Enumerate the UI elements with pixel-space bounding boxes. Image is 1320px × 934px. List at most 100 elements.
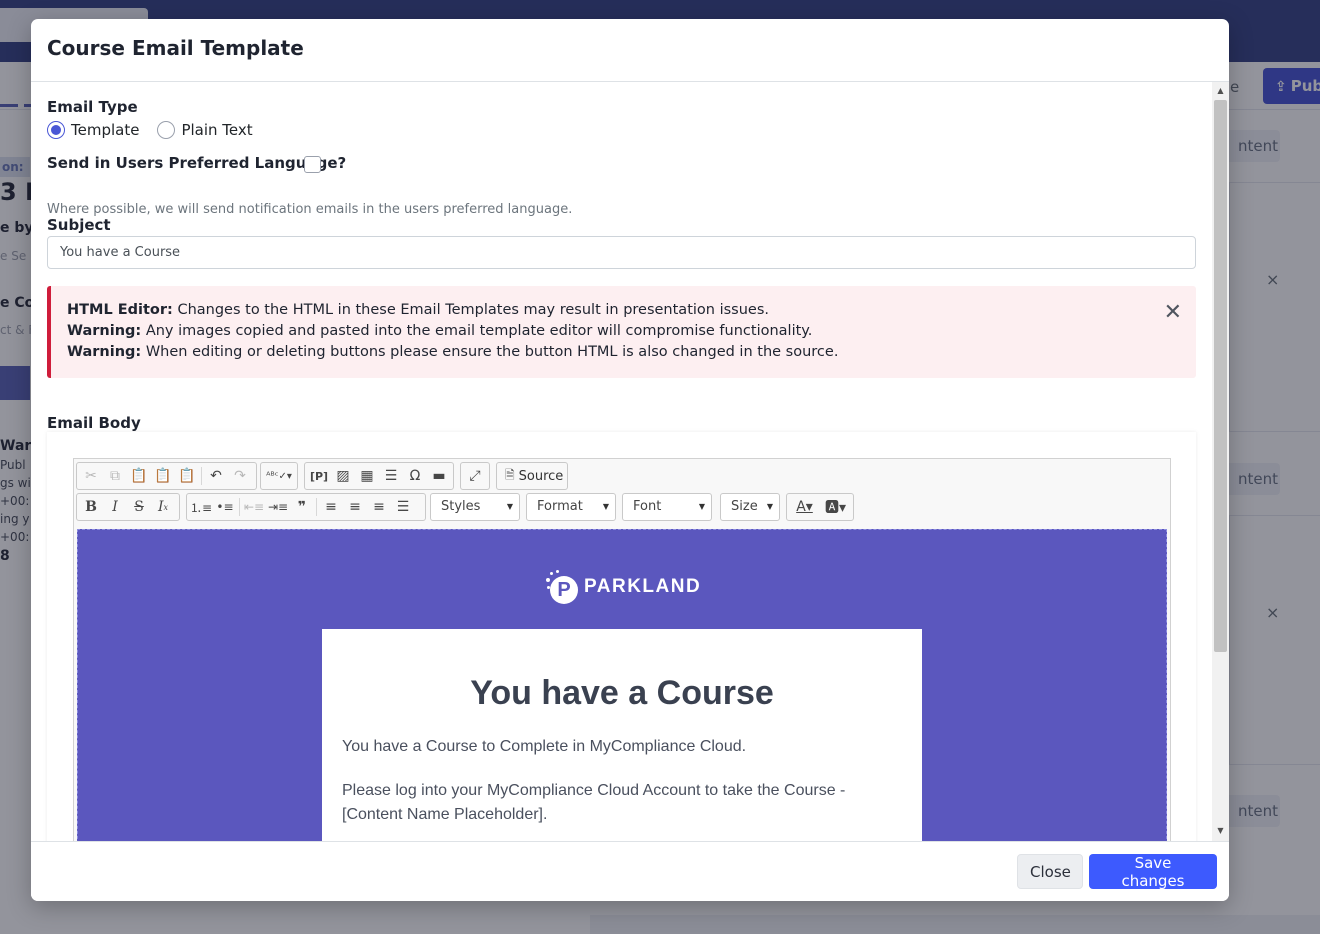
email-heading: You have a Course xyxy=(470,674,774,712)
subject-input[interactable] xyxy=(47,236,1196,269)
alert-close-icon[interactable]: ✕ xyxy=(1164,302,1182,324)
image-icon[interactable]: ▨ xyxy=(331,464,355,488)
special-character-icon[interactable]: Ω xyxy=(403,464,427,488)
background-color-icon[interactable]: 🅰▾ xyxy=(820,495,851,519)
brand-name: PARKLAND xyxy=(584,576,702,597)
spellcheck-group: ᴬᴮᶜ✓▾ xyxy=(260,462,298,490)
strikethrough-icon[interactable]: S xyxy=(127,495,151,519)
chevron-down-icon: ▼ xyxy=(698,502,705,511)
size-label: Size xyxy=(731,499,758,514)
parkland-logo-icon: P xyxy=(546,570,580,604)
cut-icon[interactable]: ✂ xyxy=(79,464,103,488)
clipboard-group: ✂ ⧉ 📋 📋 📋 ↶ ↷ xyxy=(76,462,257,490)
justify-icon[interactable]: ☰ xyxy=(391,495,415,519)
rich-text-editor: ✂ ⧉ 📋 📋 📋 ↶ ↷ ᴬᴮᶜ✓▾ [P] ▨ ▦ ☰ Ω ▬ ⤢ 🗎 So… xyxy=(73,458,1171,841)
chevron-down-icon: ▼ xyxy=(766,502,773,511)
logo-dot xyxy=(546,578,550,582)
alert-text: Any images copied and pasted into the em… xyxy=(141,323,813,339)
toolbar-separator xyxy=(239,498,240,516)
format-dropdown[interactable]: Format ▼ xyxy=(526,493,616,521)
logo-dot xyxy=(550,572,553,575)
align-right-icon[interactable]: ≡ xyxy=(367,495,391,519)
table-icon[interactable]: ▦ xyxy=(355,464,379,488)
chevron-down-icon: ▼ xyxy=(602,502,609,511)
alert-line: Warning: When editing or deleting button… xyxy=(67,342,1180,363)
toolbar-separator xyxy=(201,467,202,485)
modal-body: Email Type Template Plain Text Send in U… xyxy=(31,82,1229,841)
styles-label: Styles xyxy=(441,499,481,514)
preferred-language-label: Send in Users Preferred Language? xyxy=(47,154,347,172)
plain-text-radio-label[interactable]: Plain Text xyxy=(181,121,252,139)
subject-label: Subject xyxy=(47,216,111,234)
spellcheck-icon[interactable]: ᴬᴮᶜ✓▾ xyxy=(263,464,295,488)
insert-group: [P] ▨ ▦ ☰ Ω ▬ xyxy=(304,462,454,490)
email-type-radio-group: Template Plain Text xyxy=(47,119,271,141)
plain-text-radio[interactable] xyxy=(157,121,176,139)
bold-icon[interactable]: B xyxy=(79,495,103,519)
iframe-icon[interactable]: ▬ xyxy=(427,464,451,488)
bulleted-list-icon[interactable]: •≡ xyxy=(213,495,237,519)
alert-text: When editing or deleting buttons please … xyxy=(141,344,839,360)
alert-strong: Warning: xyxy=(67,344,142,360)
font-dropdown[interactable]: Font ▼ xyxy=(622,493,712,521)
email-type-label: Email Type xyxy=(47,98,138,116)
logo-p: P xyxy=(550,576,578,604)
placeholder-icon[interactable]: [P] xyxy=(307,464,331,488)
modal-footer: Close Save changes xyxy=(31,841,1229,901)
modal-title: Course Email Template xyxy=(47,36,304,60)
email-card: You have a Course You have a Course to C… xyxy=(322,629,922,841)
horizontal-rule-icon[interactable]: ☰ xyxy=(379,464,403,488)
modal-scrollbar[interactable]: ▲ ▼ xyxy=(1212,82,1229,841)
italic-icon[interactable]: I xyxy=(103,495,127,519)
indent-icon[interactable]: ⇥≡ xyxy=(266,495,290,519)
editor-toolbar-row-1: ✂ ⧉ 📋 📋 📋 ↶ ↷ ᴬᴮᶜ✓▾ [P] ▨ ▦ ☰ Ω ▬ ⤢ 🗎 So… xyxy=(74,459,1170,491)
colors-group: A▾ 🅰▾ xyxy=(786,493,854,521)
scroll-thumb[interactable] xyxy=(1214,100,1227,652)
align-left-icon[interactable]: ≡ xyxy=(319,495,343,519)
alert-line: HTML Editor: Changes to the HTML in thes… xyxy=(67,300,1180,321)
preferred-language-checkbox[interactable] xyxy=(304,156,321,173)
outdent-icon[interactable]: ⇤≡ xyxy=(242,495,266,519)
email-paragraph: You have a Course to Complete in MyCompl… xyxy=(342,738,747,755)
paste-word-icon[interactable]: 📋 xyxy=(175,464,199,488)
email-paragraph: Please log into your MyCompliance Cloud … xyxy=(342,782,846,823)
size-dropdown[interactable]: Size ▼ xyxy=(720,493,780,521)
numbered-list-icon[interactable]: ⒈≡ xyxy=(189,495,213,519)
scroll-up-icon[interactable]: ▲ xyxy=(1212,85,1229,97)
copy-icon[interactable]: ⧉ xyxy=(103,464,127,488)
preferred-language-help: Where possible, we will send notificatio… xyxy=(47,202,573,217)
alert-text: Changes to the HTML in these Email Templ… xyxy=(172,302,769,318)
redo-icon[interactable]: ↷ xyxy=(228,464,252,488)
paste-icon[interactable]: 📋 xyxy=(127,464,151,488)
logo-dot xyxy=(556,570,559,573)
source-doc-icon: 🗎 xyxy=(505,467,515,482)
save-changes-button[interactable]: Save changes xyxy=(1089,854,1217,890)
alert-strong: HTML Editor: xyxy=(67,302,173,318)
format-label: Format xyxy=(537,499,583,514)
email-template-modal: Course Email Template Email Type Templat… xyxy=(31,19,1229,901)
styles-dropdown[interactable]: Styles ▼ xyxy=(430,493,520,521)
source-group: 🗎 Source xyxy=(496,462,568,490)
maximize-group: ⤢ xyxy=(460,462,490,490)
template-radio[interactable] xyxy=(47,121,65,139)
source-button[interactable]: 🗎 Source xyxy=(499,466,569,487)
alert-line: Warning: Any images copied and pasted in… xyxy=(67,321,1180,342)
paste-text-icon[interactable]: 📋 xyxy=(151,464,175,488)
text-color-icon[interactable]: A▾ xyxy=(789,495,820,519)
font-label: Font xyxy=(633,499,662,514)
html-editor-warning-alert: HTML Editor: Changes to the HTML in thes… xyxy=(47,286,1196,378)
basic-styles-group: B I S Ix xyxy=(76,493,180,521)
brand-logo: P PARKLAND xyxy=(546,570,701,604)
scroll-down-icon[interactable]: ▼ xyxy=(1212,825,1229,837)
email-body-editor-frame: ✂ ⧉ 📋 📋 📋 ↶ ↷ ᴬᴮᶜ✓▾ [P] ▨ ▦ ☰ Ω ▬ ⤢ 🗎 So… xyxy=(47,432,1196,841)
blockquote-icon[interactable]: ❞ xyxy=(290,495,314,519)
align-center-icon[interactable]: ≡ xyxy=(343,495,367,519)
undo-icon[interactable]: ↶ xyxy=(204,464,228,488)
alert-strong: Warning: xyxy=(67,323,142,339)
close-button[interactable]: Close xyxy=(1017,854,1083,889)
remove-format-icon[interactable]: Ix xyxy=(151,495,175,519)
editor-content-area[interactable]: P PARKLAND You have a Course You have a … xyxy=(77,529,1167,841)
maximize-icon[interactable]: ⤢ xyxy=(463,464,487,488)
source-label: Source xyxy=(518,468,564,484)
template-radio-label[interactable]: Template xyxy=(71,121,139,139)
